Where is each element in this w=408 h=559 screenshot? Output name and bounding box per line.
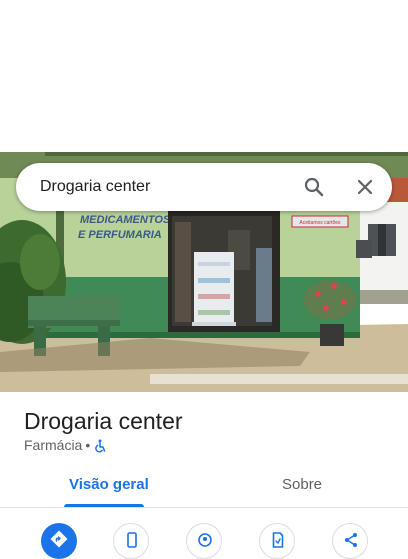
door-sign-text: Aceitamos cartões: [299, 220, 341, 226]
directions-icon: [50, 530, 68, 548]
close-icon[interactable]: [353, 175, 377, 199]
share-icon: [345, 533, 357, 547]
search-bar: [16, 163, 392, 211]
save-icon: [272, 532, 284, 548]
share-button[interactable]: [332, 523, 368, 559]
location-icon: [198, 533, 212, 547]
search-icon[interactable]: [302, 175, 326, 199]
place-title: Drogaria center: [24, 408, 183, 434]
place-subtitle: Farmácia •: [24, 437, 107, 456]
sign-line-2: E PERFUMARIA: [78, 229, 162, 241]
nearby-button[interactable]: [186, 523, 222, 559]
place-category: Farmácia: [24, 437, 83, 453]
tab-overview[interactable]: Visão geral: [69, 476, 149, 496]
separator-dot: •: [85, 437, 91, 453]
search-input[interactable]: [40, 163, 290, 211]
sign-line-1: MEDICAMENTOS: [80, 214, 171, 226]
phone-icon: [127, 532, 137, 548]
wheelchair-icon: [93, 439, 107, 456]
directions-button[interactable]: [41, 523, 77, 559]
save-button[interactable]: [259, 523, 295, 559]
tab-about[interactable]: Sobre: [282, 476, 322, 496]
call-button[interactable]: [113, 523, 149, 559]
tabs-divider: [0, 507, 408, 508]
